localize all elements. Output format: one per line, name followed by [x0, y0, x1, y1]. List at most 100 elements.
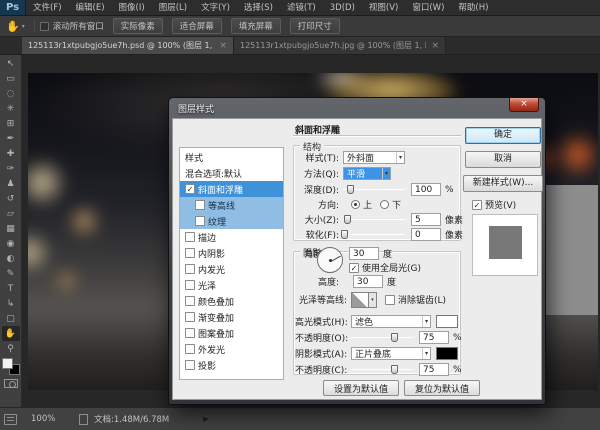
angle-value-field[interactable]: 30 [349, 247, 379, 260]
new-style-button[interactable]: 新建样式(W)... [463, 175, 543, 192]
foreground-color-swatch[interactable] [2, 358, 13, 369]
zoom-tool[interactable]: ⚲ [2, 341, 20, 356]
styles-list-item[interactable]: 外发光 [180, 341, 283, 357]
blur-tool[interactable]: ◉ [2, 236, 20, 251]
eyedropper-tool[interactable]: ✒ [2, 131, 20, 146]
styles-list-item[interactable]: 混合选项:默认 [180, 165, 283, 181]
highlight-color-swatch[interactable] [436, 315, 458, 328]
hand-tool[interactable]: ✋ [2, 326, 20, 341]
depth-slider[interactable] [343, 184, 405, 195]
anti-aliased-checkbox[interactable] [385, 295, 395, 305]
clone-stamp-tool[interactable]: ♟ [2, 176, 20, 191]
style-checkbox[interactable] [185, 328, 195, 338]
menu-item[interactable]: 编辑(E) [69, 0, 112, 15]
zoom-level-field[interactable]: 100% [31, 414, 65, 424]
size-slider-handle[interactable] [344, 215, 351, 224]
styles-list-item[interactable]: 投影 [180, 357, 283, 373]
quick-selection-tool[interactable]: ✳ [2, 101, 20, 116]
healing-brush-tool[interactable]: ✚ [2, 146, 20, 161]
options-button[interactable]: 实际像素 [113, 18, 163, 34]
quick-mask-icon[interactable] [4, 379, 18, 388]
dodge-tool[interactable]: ◐ [2, 251, 20, 266]
dialog-titlebar[interactable]: 图层样式 × [172, 98, 542, 118]
style-checkbox[interactable] [195, 200, 205, 210]
tool-preset-caret-icon[interactable]: ▾ [22, 23, 25, 30]
path-selection-tool[interactable]: ↳ [2, 296, 20, 311]
shadow-opacity-handle[interactable] [391, 365, 398, 374]
menu-item[interactable]: 文件(F) [26, 0, 69, 15]
style-checkbox[interactable] [185, 312, 195, 322]
direction-up-radio[interactable] [351, 200, 360, 209]
style-checkbox[interactable] [185, 264, 195, 274]
styles-list-item[interactable]: 等高线 [180, 197, 283, 213]
crop-tool[interactable]: ⊞ [2, 116, 20, 131]
brush-tool[interactable]: ✑ [2, 161, 20, 176]
ok-button[interactable]: 确定 [465, 127, 541, 144]
styles-list-item[interactable]: 内阴影 [180, 245, 283, 261]
soften-slider-handle[interactable] [341, 230, 348, 239]
options-button[interactable]: 打印尺寸 [290, 18, 340, 34]
chevron-down-icon[interactable]: ▾ [369, 292, 377, 308]
style-checkbox[interactable] [185, 344, 195, 354]
marquee-tool[interactable]: ▭ [2, 71, 20, 86]
styles-list-item[interactable]: 描边 [180, 229, 283, 245]
menu-item[interactable]: 滤镜(T) [280, 0, 323, 15]
tab-close-icon[interactable]: × [431, 41, 439, 51]
cancel-button[interactable]: 取消 [465, 151, 541, 168]
scroll-all-windows-checkbox[interactable] [40, 22, 49, 31]
tab-close-icon[interactable]: × [219, 41, 227, 51]
eraser-tool[interactable]: ▱ [2, 206, 20, 221]
soften-slider[interactable] [343, 229, 405, 240]
options-button[interactable]: 适合屏幕 [172, 18, 222, 34]
style-checkbox[interactable] [185, 296, 195, 306]
menu-item[interactable]: 3D(D) [323, 0, 362, 15]
preview-checkbox[interactable]: ✓ [472, 200, 482, 210]
menu-item[interactable]: 图层(L) [152, 0, 194, 15]
style-checkbox[interactable] [185, 360, 195, 370]
close-icon[interactable]: × [509, 98, 539, 112]
style-checkbox[interactable] [185, 232, 195, 242]
styles-list-item[interactable]: 样式 [180, 149, 283, 165]
depth-slider-handle[interactable] [347, 185, 354, 194]
size-value-field[interactable]: 5 [411, 213, 441, 226]
menu-item[interactable]: 帮助(H) [451, 0, 495, 15]
make-default-button[interactable]: 设置为默认值 [323, 380, 399, 396]
pen-tool[interactable]: ✎ [2, 266, 20, 281]
style-checkbox[interactable] [195, 216, 205, 226]
history-brush-tool[interactable]: ↺ [2, 191, 20, 206]
direction-down-radio[interactable] [380, 200, 389, 209]
styles-list-item[interactable]: 内发光 [180, 261, 283, 277]
type-tool[interactable]: T [2, 281, 20, 296]
shadow-opacity-slider[interactable] [351, 364, 413, 375]
angle-dial[interactable] [317, 247, 343, 273]
styles-list-item[interactable]: 纹理 [180, 213, 283, 229]
gloss-contour-thumbnail[interactable] [351, 292, 369, 308]
highlight-opacity-handle[interactable] [391, 333, 398, 342]
styles-list-item[interactable]: ✓斜面和浮雕 [180, 181, 283, 197]
menu-item[interactable]: 文字(Y) [194, 0, 237, 15]
highlight-opacity-field[interactable]: 75 [419, 331, 449, 344]
styles-list-item[interactable]: 图案叠加 [180, 325, 283, 341]
shadow-color-swatch[interactable] [436, 347, 458, 360]
style-checkbox[interactable] [185, 280, 195, 290]
depth-value-field[interactable]: 100 [411, 183, 441, 196]
size-slider[interactable] [343, 214, 405, 225]
move-tool[interactable]: ↖ [2, 56, 20, 71]
document-tab[interactable]: 125113r1xtpubgjo5ue7h.jpg @ 100% (图层 1, … [234, 37, 446, 54]
reset-default-button[interactable]: 复位为默认值 [404, 380, 480, 396]
use-global-light-checkbox[interactable]: ✓ [349, 263, 359, 273]
soften-value-field[interactable]: 0 [411, 228, 441, 241]
color-swatches[interactable] [2, 358, 20, 375]
lasso-tool[interactable]: ◌ [2, 86, 20, 101]
menu-item[interactable]: 视图(V) [362, 0, 405, 15]
highlight-mode-dropdown[interactable]: 滤色 ▾ [351, 315, 431, 328]
styles-list-item[interactable]: 颜色叠加 [180, 293, 283, 309]
styles-list-item[interactable]: 渐变叠加 [180, 309, 283, 325]
document-tab[interactable]: 125113r1xtpubgjo5ue7h.psd @ 100% (图层 1, … [22, 37, 234, 54]
status-menu-arrow-icon[interactable]: ▶ [203, 415, 208, 423]
shape-tool[interactable]: ▢ [2, 311, 20, 326]
menu-item[interactable]: 窗口(W) [405, 0, 451, 15]
bevel-style-dropdown[interactable]: 外斜面 ▾ [343, 151, 405, 164]
style-checkbox[interactable] [185, 248, 195, 258]
options-button[interactable]: 填充屏幕 [231, 18, 281, 34]
